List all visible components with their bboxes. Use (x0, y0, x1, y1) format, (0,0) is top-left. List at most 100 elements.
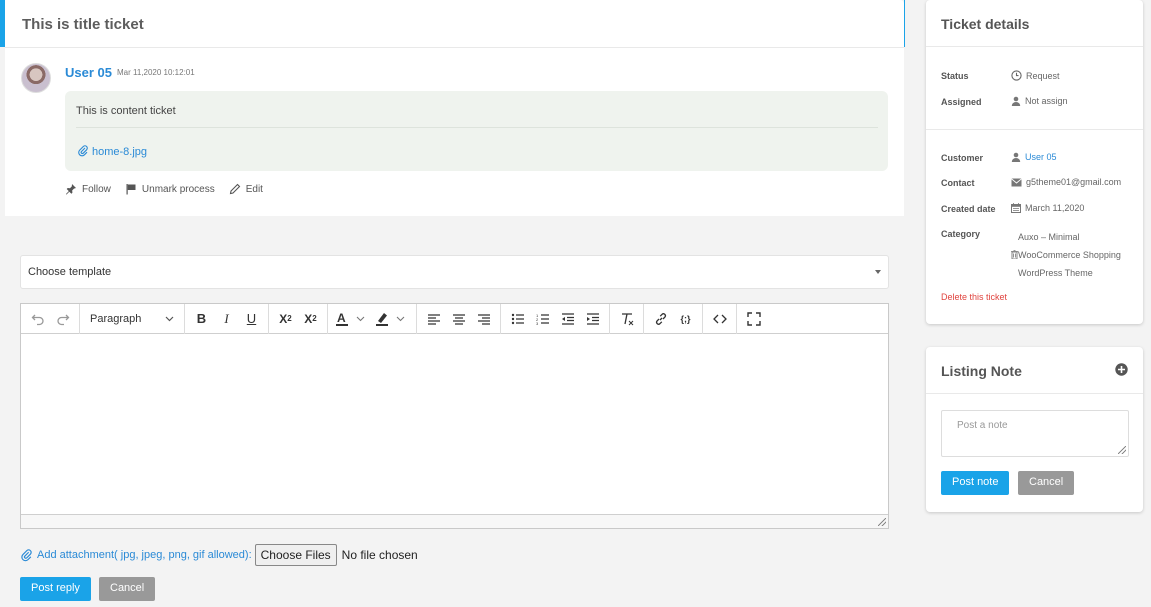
block-format-value: Paragraph (90, 312, 142, 325)
ticket-details-card: Ticket details Status Request Assigned N… (926, 0, 1143, 324)
ticket-title: This is title ticket (5, 0, 904, 48)
status-text: Request (1026, 70, 1060, 81)
category-item: WooCommerce Shopping (1011, 246, 1121, 264)
delete-ticket-link[interactable]: Delete this ticket (941, 292, 1007, 302)
created-date-text: March 11,2020 (1025, 203, 1085, 213)
ticket-author[interactable]: User 05 (65, 65, 112, 80)
attachment-link[interactable]: home-8.jpg (77, 145, 147, 158)
editor-statusbar (21, 514, 888, 528)
attachment-filename: home-8.jpg (92, 146, 148, 158)
clear-format-icon[interactable] (614, 307, 639, 331)
user-icon (1011, 96, 1021, 106)
align-center-icon[interactable] (446, 307, 471, 331)
calendar-icon (1011, 203, 1021, 213)
pin-icon (66, 184, 76, 195)
created-date-label: Created date (941, 204, 996, 214)
category-item: Auxo – Minimal (1018, 232, 1080, 242)
listing-note-heading: Listing Note (941, 363, 1022, 379)
outdent-icon[interactable] (555, 307, 580, 331)
unmark-process-button[interactable]: Unmark process (125, 183, 215, 195)
follow-label: Follow (82, 183, 111, 195)
post-reply-button[interactable]: Post reply (20, 577, 91, 601)
numbered-list-icon[interactable]: 123 (530, 307, 555, 331)
subscript-icon[interactable]: X2 (273, 307, 298, 331)
add-attachment-label: Add attachment( jpg, jpeg, png, gif allo… (37, 549, 252, 561)
superscript-icon[interactable]: X2 (298, 307, 323, 331)
resize-handle-icon[interactable] (878, 518, 886, 526)
trash-icon (1011, 250, 1018, 260)
status-value: Request (1011, 70, 1060, 81)
ticket-content-text: This is content ticket (76, 105, 176, 117)
code-sample-icon[interactable]: {;} (673, 307, 698, 331)
cancel-reply-button[interactable]: Cancel (99, 577, 156, 601)
highlight-color-icon[interactable] (372, 307, 412, 331)
contact-value: g5theme01@gmail.com (1011, 177, 1121, 187)
note-textarea[interactable]: Post a note (941, 410, 1129, 457)
created-date-value: March 11,2020 (1011, 203, 1084, 213)
text-color-icon[interactable]: A (332, 307, 372, 331)
details-divider (926, 129, 1143, 130)
redo-icon[interactable] (50, 307, 75, 331)
edit-label: Edit (245, 183, 263, 195)
content-divider (76, 127, 878, 128)
status-label: Status (941, 71, 969, 81)
assigned-value: Not assign (1011, 96, 1068, 106)
fullscreen-icon[interactable] (741, 307, 766, 331)
follow-button[interactable]: Follow (65, 183, 111, 195)
envelope-icon (1011, 177, 1022, 186)
align-right-icon[interactable] (471, 307, 496, 331)
listing-note-card: Listing Note Post a note Post note Cance… (926, 347, 1143, 512)
source-code-icon[interactable] (707, 307, 732, 331)
plus-circle-icon[interactable] (1115, 363, 1128, 376)
assigned-text: Not assign (1025, 96, 1068, 106)
ticket-actions: Follow Unmark process Edit (65, 183, 263, 195)
customer-value[interactable]: User 05 (1011, 152, 1057, 162)
category-values: Auxo – Minimal WooCommerce Shopping Word… (1011, 228, 1121, 282)
flag-icon (126, 184, 136, 195)
ticket-card: This is title ticket User 05 Mar 11,2020… (5, 0, 904, 216)
ticket-main: This is title ticket User 05 Mar 11,2020… (5, 0, 904, 607)
resize-handle-icon[interactable] (1118, 446, 1126, 454)
cancel-note-button[interactable]: Cancel (1018, 471, 1075, 495)
svg-text:3: 3 (536, 321, 539, 325)
category-item: WordPress Theme (1018, 268, 1093, 278)
clock-icon (1011, 70, 1022, 81)
chevron-down-icon (165, 316, 174, 321)
note-placeholder: Post a note (957, 420, 1008, 431)
customer-text: User 05 (1025, 152, 1057, 162)
chevron-down-icon (875, 270, 881, 274)
ticket-timestamp: Mar 11,2020 10:12:01 (117, 68, 195, 77)
post-note-button[interactable]: Post note (941, 471, 1010, 495)
reply-editor: Paragraph B I U X2 X2 A 1 2 3 {;} (20, 303, 889, 529)
template-select-value: Choose template (28, 266, 112, 278)
file-status: No file chosen (341, 548, 418, 562)
link-icon[interactable] (648, 307, 673, 331)
pencil-icon (229, 183, 240, 195)
paperclip-icon (21, 548, 32, 561)
italic-icon[interactable]: I (214, 307, 239, 331)
attachment-row: Add attachment( jpg, jpeg, png, gif allo… (20, 544, 418, 566)
editor-toolbar: Paragraph B I U X2 X2 A 1 2 3 {;} (21, 303, 888, 334)
listing-note-header: Listing Note (926, 347, 1143, 394)
choose-template-select[interactable]: Choose template (20, 255, 889, 289)
align-left-icon[interactable] (421, 307, 446, 331)
user-icon (1011, 152, 1021, 162)
ticket-content: This is content ticket home-8.jpg (65, 91, 888, 171)
indent-icon[interactable] (580, 307, 605, 331)
assigned-label: Assigned (941, 97, 982, 107)
svg-text:A: A (337, 311, 346, 325)
bold-icon[interactable]: B (189, 307, 214, 331)
bullet-list-icon[interactable] (505, 307, 530, 331)
editor-content-area[interactable] (21, 334, 888, 515)
paperclip-icon (78, 145, 88, 157)
underline-icon[interactable]: U (239, 307, 264, 331)
block-format-select[interactable]: Paragraph (84, 307, 180, 331)
unmark-process-label: Unmark process (141, 183, 215, 195)
edit-button[interactable]: Edit (229, 183, 263, 195)
undo-icon[interactable] (25, 307, 50, 331)
contact-label: Contact (941, 178, 975, 188)
contact-text: g5theme01@gmail.com (1026, 177, 1122, 187)
category-label: Category (941, 229, 981, 239)
ticket-details-heading: Ticket details (926, 0, 1143, 47)
choose-files-button[interactable]: Choose Files (254, 544, 337, 566)
